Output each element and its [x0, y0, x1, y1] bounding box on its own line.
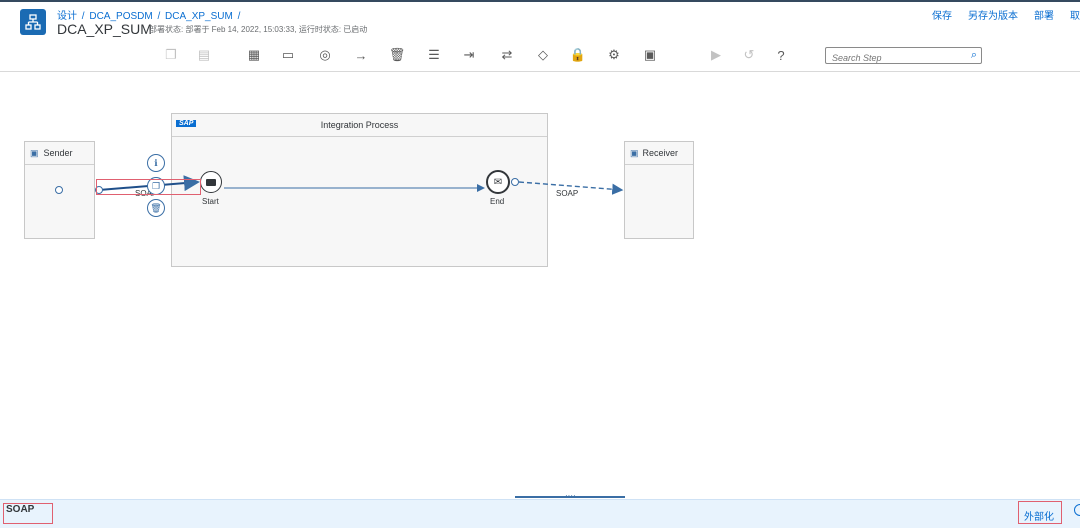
- externalize-highlight: [1018, 501, 1062, 524]
- flow-canvas: [95, 175, 624, 195]
- start-label: Start: [202, 197, 219, 206]
- delete-icon[interactable]: 🗑: [147, 199, 165, 217]
- properties-bar: [0, 499, 1080, 528]
- end-event[interactable]: ✉: [486, 170, 510, 194]
- message-start-icon: [206, 178, 216, 186]
- envelope-icon: ✉: [493, 176, 503, 188]
- title-highlight: [3, 503, 53, 524]
- end-label: End: [490, 197, 505, 206]
- info-icon[interactable]: ℹ: [147, 154, 165, 172]
- resize-handle[interactable]: ····: [565, 491, 576, 500]
- start-event[interactable]: [200, 171, 222, 193]
- help-icon[interactable]: [1074, 504, 1080, 516]
- end-connector-point: [511, 178, 519, 186]
- edge-out-label: SOAP: [556, 189, 579, 198]
- selection-highlight: [96, 179, 201, 195]
